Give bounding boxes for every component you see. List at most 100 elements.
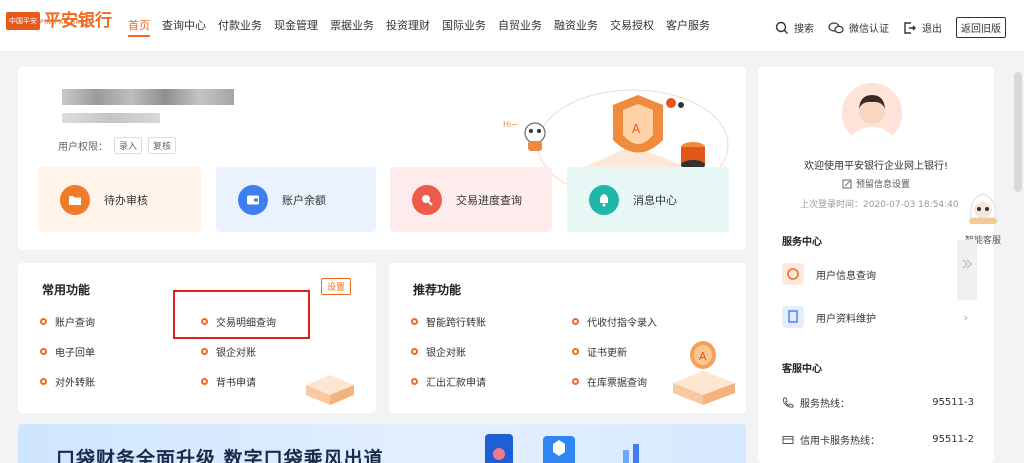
document-icon [782,306,804,328]
card-icon [782,435,794,444]
svg-text:A: A [632,122,641,136]
bullet-icon [40,318,47,325]
smart-assistant-button[interactable]: 智能客服 [962,188,1004,246]
common-item-label: 银企对账 [216,348,256,359]
rec-item-label: 银企对账 [426,348,466,359]
highlight-box [173,290,310,339]
svg-text:Hi~: Hi~ [503,120,518,129]
reserved-info-label: 预留信息设置 [856,180,911,190]
user-name-blurred [62,113,160,123]
coin-decoration: A [673,341,735,405]
double-chevron-icon [962,259,972,269]
common-item-label: 账户查询 [55,318,95,329]
common-item-reconciliation[interactable]: 银企对账 [201,344,256,359]
quick-link-label: 交易进度查询 [456,193,522,207]
vertical-scrollbar[interactable] [1012,52,1024,463]
bullet-icon [411,378,418,385]
logo-subtitle: PING AN BANK [40,19,90,26]
rec-item-label: 智能跨行转账 [426,318,486,329]
nav-payment[interactable]: 付款业务 [218,17,262,37]
hotline-label: 服务热线： [800,399,850,410]
header-actions: 搜索 微信认证 退出 返回旧版 [761,17,1006,38]
rec-item-smart-transfer[interactable]: 智能跨行转账 [411,314,486,329]
recommended-functions-card: 推荐功能 智能跨行转账 代收付指令录入 银企对账 证书更新 汇出汇款申请 在库票… [389,263,746,413]
logout-button[interactable]: 退出 [903,20,942,35]
last-login-time: 上次登录时间：2020-07-03 18:54:40 [800,200,959,210]
service-item-user-data[interactable]: 用户资料维护 › [782,306,968,328]
logout-label: 退出 [922,24,942,35]
permission-tag-review: 复核 [148,137,177,154]
rec-item-label: 在库票据查询 [587,378,647,389]
nav-investment[interactable]: 投资理财 [386,17,430,37]
assistant-mascot-icon [969,193,997,224]
common-item-label: 对外转账 [55,378,95,389]
search-label: 搜索 [794,24,814,35]
common-functions-title: 常用功能 [42,283,91,297]
nav-home[interactable]: 首页 [128,17,150,37]
common-item-label: 背书申请 [216,378,256,389]
hotline-number: 95511-3 [932,397,974,408]
phone-icon [783,397,794,408]
quick-link-transaction-progress[interactable]: 交易进度查询 [390,167,552,232]
credit-card-hotline-row: 信用卡服务热线： 95511-2 [782,432,974,447]
bullet-icon [201,378,208,385]
old-version-button[interactable]: 返回旧版 [956,17,1006,38]
wechat-auth-button[interactable]: 微信认证 [828,20,889,35]
user-info-icon [782,263,804,285]
reserved-info-link[interactable]: 预留信息设置 [842,177,910,190]
nav-cash-management[interactable]: 现金管理 [274,17,318,37]
permission-tag-entry: 录入 [114,137,143,154]
common-item-e-receipt[interactable]: 电子回单 [40,344,95,359]
promo-banner-text: 口袋财务全面升级 数字口袋乘风出道 [56,448,384,463]
permission-row: 用户权限： 录入 复核 [58,137,177,154]
settings-button[interactable]: 设置 [321,278,352,295]
quick-link-label: 待办审核 [104,193,148,207]
promo-banner[interactable]: 口袋财务全面升级 数字口袋乘风出道 [18,424,746,463]
logout-icon [904,21,916,34]
quick-link-message-center[interactable]: 消息中心 [567,167,729,232]
nav-free-trade[interactable]: 自贸业务 [498,17,542,37]
rec-item-outward-remittance[interactable]: 汇出汇款申请 [411,374,486,389]
search-icon [775,21,788,34]
bullet-icon [201,348,208,355]
bullet-icon [40,378,47,385]
scrollbar-thumb[interactable] [1014,72,1022,192]
service-item-label: 用户资料维护 [816,313,876,325]
phone-illustration [485,434,639,463]
hotline-row: 服务热线： 95511-3 [782,395,974,410]
rec-item-collection-payment[interactable]: 代收付指令录入 [572,314,657,329]
nav-bills[interactable]: 票据业务 [330,17,374,37]
nav-query-center[interactable]: 查询中心 [162,17,206,37]
nav-international[interactable]: 国际业务 [442,17,486,37]
chevron-right-icon: › [963,310,968,324]
welcome-message: 欢迎使用平安银行企业网上银行! [803,161,948,172]
service-item-user-info[interactable]: 用户信息查询 › [782,263,968,285]
hotline-label: 信用卡服务热线： [800,436,880,447]
quick-link-account-balance[interactable]: 账户余额 [216,167,376,232]
top-header: 中国平安 平安银行 PING AN BANK 首页 查询中心 付款业务 现金管理… [0,0,1024,52]
nav-customer-service[interactable]: 客户服务 [666,17,710,37]
search-icon [412,184,442,215]
avatar[interactable] [842,83,902,143]
main-nav: 首页 查询中心 付款业务 现金管理 票据业务 投资理财 国际业务 自贸业务 融资… [128,17,722,37]
recommended-functions-title: 推荐功能 [413,283,462,297]
hotline-number: 95511-2 [932,434,974,445]
wechat-icon [828,21,844,33]
bullet-icon [411,348,418,355]
search-button[interactable]: 搜索 [775,20,814,35]
bullet-icon [40,348,47,355]
common-item-endorsement[interactable]: 背书申请 [201,374,256,389]
common-item-external-transfer[interactable]: 对外转账 [40,374,95,389]
nav-financing[interactable]: 融资业务 [554,17,598,37]
side-collapse-tab[interactable] [957,240,977,300]
quick-link-label: 消息中心 [633,193,677,207]
bullet-icon [572,348,579,355]
rec-item-bill-inventory[interactable]: 在库票据查询 [572,374,647,389]
boxes-decoration [306,375,354,405]
rec-item-certificate-update[interactable]: 证书更新 [572,344,627,359]
nav-authorization[interactable]: 交易授权 [610,17,654,37]
common-item-account-query[interactable]: 账户查询 [40,314,95,329]
bullet-icon [572,318,579,325]
rec-item-reconciliation[interactable]: 银企对账 [411,344,466,359]
quick-link-pending-review[interactable]: 待办审核 [38,167,201,232]
